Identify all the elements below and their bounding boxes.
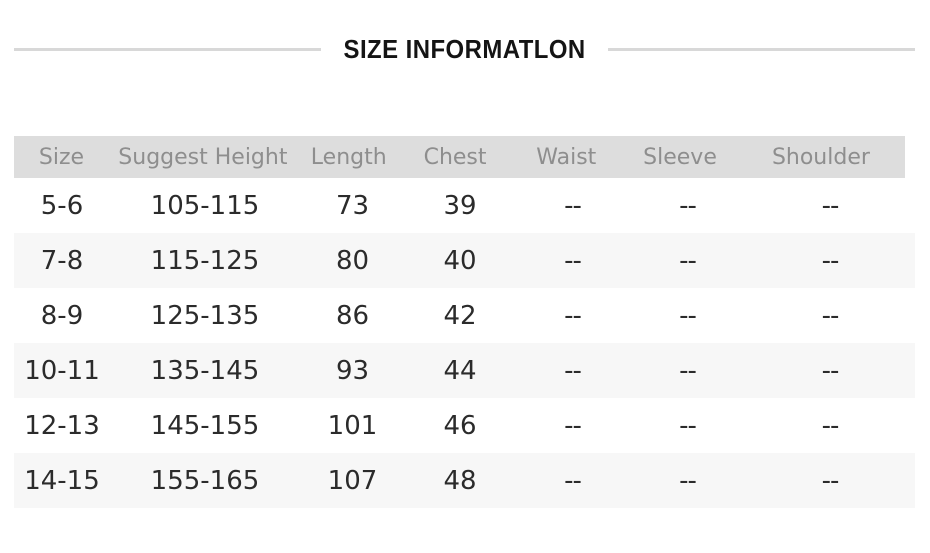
cell-height: 115-125 bbox=[150, 245, 260, 276]
title-rule-left bbox=[14, 47, 321, 51]
column-header-size: Size bbox=[38, 144, 85, 170]
cell-size: 14-15 bbox=[24, 465, 100, 496]
size-information-table: Size Suggest Height Length Chest Waist Sleeve… bbox=[14, 136, 915, 508]
cell-sleeve: -- bbox=[679, 300, 697, 331]
cell-size: 5-6 bbox=[40, 190, 84, 221]
cell-length: 73 bbox=[335, 190, 370, 221]
column-header-height: Suggest Height bbox=[118, 144, 288, 170]
cell-waist: -- bbox=[564, 245, 582, 276]
table-row: 5-6 105-115 73 39 -- -- -- bbox=[14, 178, 915, 233]
cell-waist: -- bbox=[564, 355, 582, 386]
cell-sleeve: -- bbox=[679, 190, 697, 221]
table-row: 12-13 145-155 101 46 -- -- -- bbox=[14, 398, 915, 453]
cell-length: 107 bbox=[327, 465, 378, 496]
cell-length: 93 bbox=[335, 355, 370, 386]
table-body: 5-6 105-115 73 39 -- -- -- 7-8 115-125 80 40 -- -- --… bbox=[14, 178, 915, 508]
column-header-waist: Waist bbox=[536, 144, 597, 170]
cell-chest: 46 bbox=[443, 410, 477, 441]
cell-chest: 42 bbox=[443, 300, 477, 331]
cell-length: 101 bbox=[327, 410, 378, 441]
cell-shoulder: -- bbox=[821, 300, 840, 331]
cell-sleeve: -- bbox=[679, 410, 697, 441]
cell-sleeve: -- bbox=[679, 355, 697, 386]
cell-height: 105-115 bbox=[150, 190, 260, 221]
cell-sleeve: -- bbox=[679, 465, 697, 496]
cell-waist: -- bbox=[564, 465, 582, 496]
cell-height: 145-155 bbox=[150, 410, 260, 441]
cell-waist: -- bbox=[564, 300, 582, 331]
cell-sleeve: -- bbox=[679, 245, 697, 276]
cell-size: 8-9 bbox=[40, 300, 84, 331]
cell-shoulder: -- bbox=[821, 190, 840, 221]
cell-length: 80 bbox=[335, 245, 370, 276]
column-header-shoulder: Shoulder bbox=[771, 144, 870, 170]
table-row: 8-9 125-135 86 42 -- -- -- bbox=[14, 288, 915, 343]
page-title: SIZE INFORMATLON bbox=[343, 33, 586, 64]
cell-height: 135-145 bbox=[150, 355, 260, 386]
title-block: SIZE INFORMATLON bbox=[14, 30, 916, 68]
cell-size: 7-8 bbox=[40, 245, 84, 276]
title-rule-right bbox=[608, 47, 916, 51]
cell-shoulder: -- bbox=[821, 355, 840, 386]
cell-chest: 44 bbox=[443, 355, 477, 386]
cell-waist: -- bbox=[564, 410, 582, 441]
cell-length: 86 bbox=[335, 300, 370, 331]
column-header-chest: Chest bbox=[423, 144, 487, 170]
cell-shoulder: -- bbox=[821, 465, 840, 496]
cell-size: 10-11 bbox=[24, 355, 100, 386]
column-header-length: Length bbox=[310, 144, 387, 170]
cell-height: 155-165 bbox=[150, 465, 260, 496]
cell-waist: -- bbox=[564, 190, 582, 221]
cell-size: 12-13 bbox=[24, 410, 100, 441]
cell-height: 125-135 bbox=[150, 300, 260, 331]
table-header-row: Size Suggest Height Length Chest Waist Sleeve… bbox=[14, 136, 905, 178]
table-row: 10-11 135-145 93 44 -- -- -- bbox=[14, 343, 915, 398]
cell-chest: 48 bbox=[443, 465, 477, 496]
cell-chest: 40 bbox=[443, 245, 477, 276]
size-chart-page: SIZE INFORMATLON Size Suggest Height Lengt… bbox=[0, 0, 930, 553]
cell-shoulder: -- bbox=[821, 245, 840, 276]
cell-shoulder: -- bbox=[821, 410, 840, 441]
table-row: 7-8 115-125 80 40 -- -- -- bbox=[14, 233, 915, 288]
column-header-sleeve: Sleeve bbox=[643, 144, 717, 170]
table-row: 14-15 155-165 107 48 -- -- -- bbox=[14, 453, 915, 508]
cell-chest: 39 bbox=[443, 190, 477, 221]
